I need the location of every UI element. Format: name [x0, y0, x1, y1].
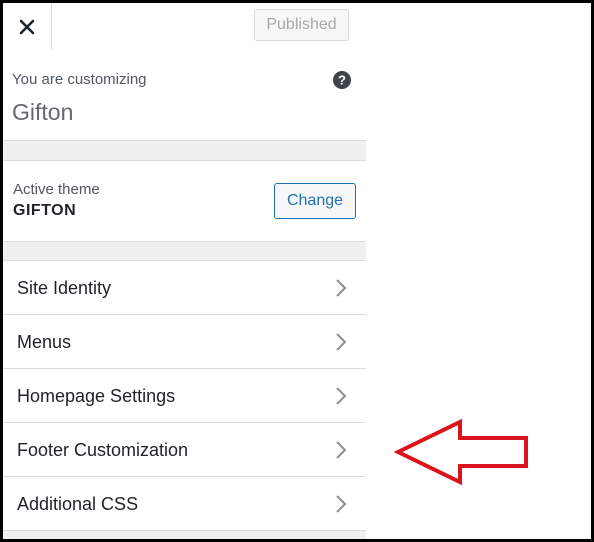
- customizing-label: You are customizing: [12, 71, 147, 88]
- active-theme-name: GIFTON: [13, 202, 77, 219]
- menu-item-label: Homepage Settings: [17, 386, 176, 406]
- svg-text:?: ?: [338, 73, 346, 88]
- chevron-right-icon: [336, 495, 347, 513]
- menu-item-label: Site Identity: [17, 278, 112, 298]
- menu-item-label: Additional CSS: [17, 494, 139, 514]
- site-name: Gifton: [12, 99, 74, 125]
- menu-item-homepage-settings[interactable]: Homepage Settings: [3, 369, 366, 423]
- menu-item-label: Footer Customization: [17, 440, 189, 460]
- menu-item-label: Menus: [17, 332, 72, 352]
- menu-item-footer-customization[interactable]: Footer Customization: [3, 423, 366, 477]
- chevron-right-icon: [336, 441, 347, 459]
- published-button[interactable]: Published: [254, 9, 349, 41]
- menu-item-menus[interactable]: Menus: [3, 315, 366, 369]
- change-theme-button[interactable]: Change: [274, 183, 356, 219]
- active-theme-label: Active theme: [13, 181, 100, 198]
- customizer-panel: Published You are customizing Gifton ? A…: [3, 3, 366, 539]
- chevron-right-icon: [336, 387, 347, 405]
- customizing-info: You are customizing Gifton ?: [3, 51, 366, 141]
- active-theme-section: Active theme GIFTON Change: [3, 160, 366, 242]
- close-icon: [19, 19, 35, 34]
- menu-item-additional-css[interactable]: Additional CSS: [3, 477, 366, 531]
- customizer-menu: Site Identity Menus Homepage Settings Fo…: [3, 260, 366, 531]
- chevron-right-icon: [336, 333, 347, 351]
- help-icon[interactable]: ?: [333, 71, 351, 89]
- left-arrow-icon: [394, 418, 528, 486]
- customizer-header: Published: [3, 3, 366, 52]
- close-button[interactable]: [3, 3, 52, 50]
- menu-item-site-identity[interactable]: Site Identity: [3, 261, 366, 315]
- chevron-right-icon: [336, 279, 347, 297]
